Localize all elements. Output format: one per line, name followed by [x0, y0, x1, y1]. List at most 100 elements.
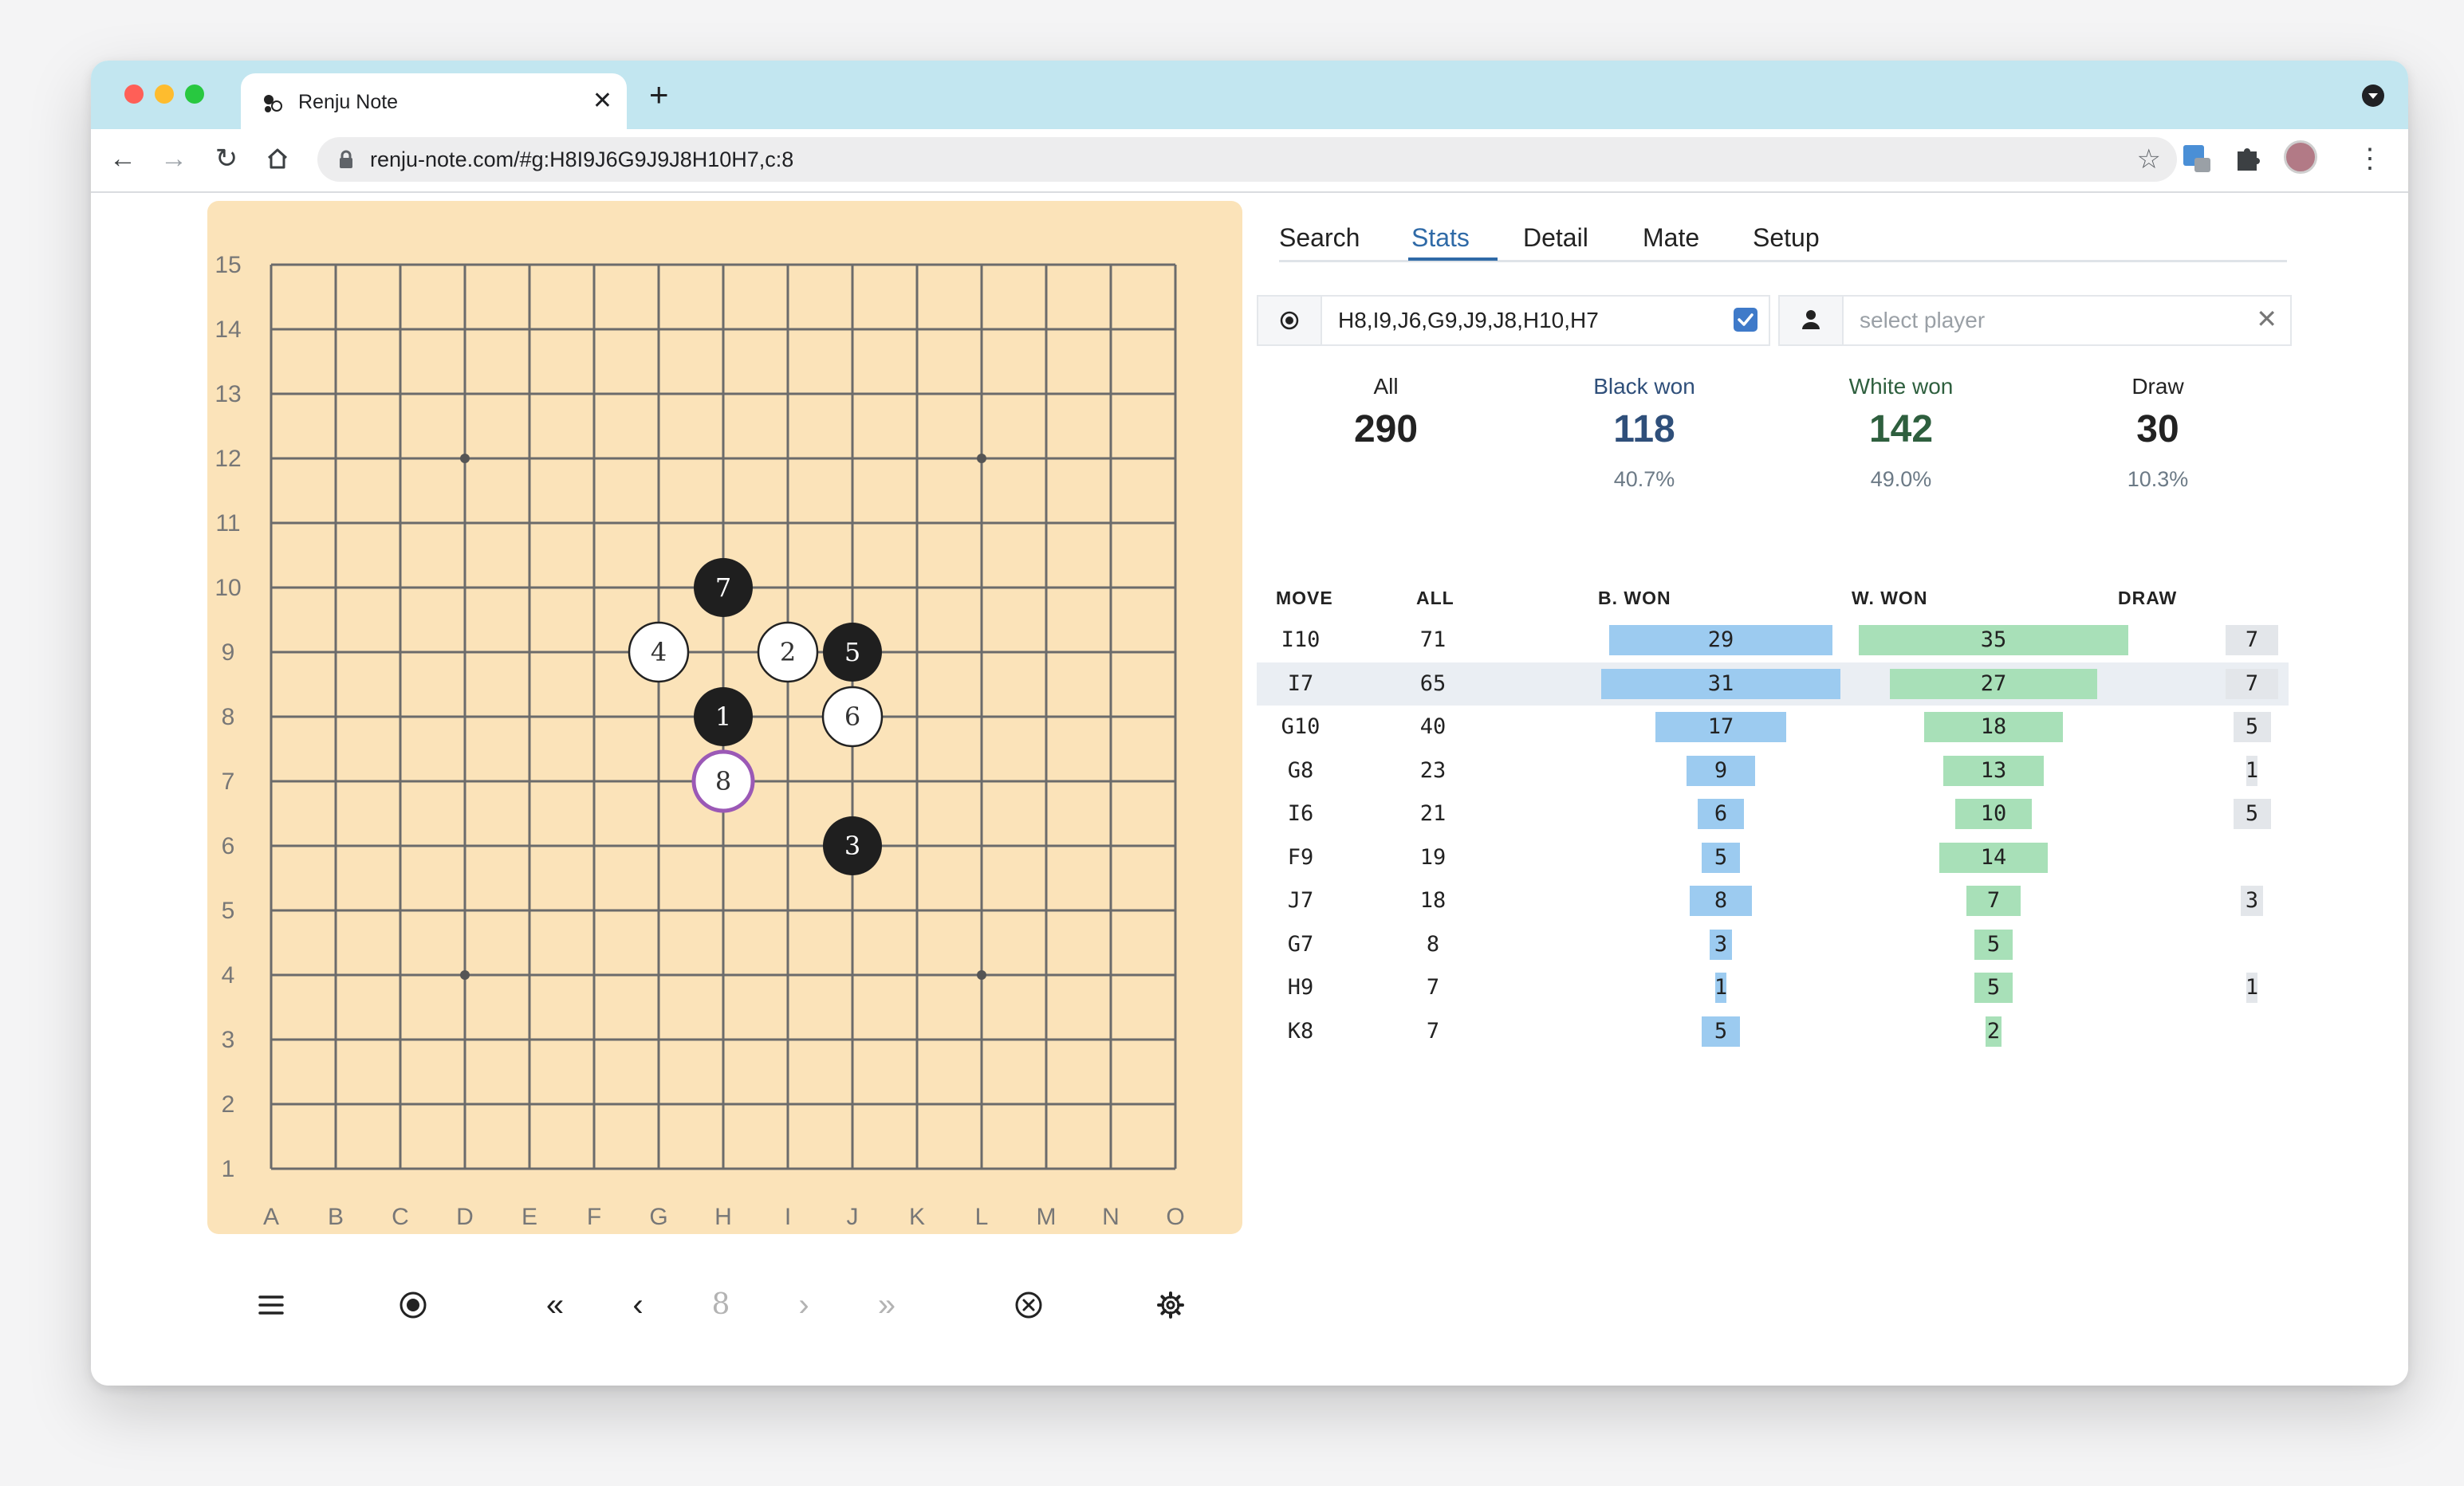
row-coordinate-label: 8: [222, 704, 235, 730]
column-coordinate-label: H: [714, 1204, 732, 1230]
table-row[interactable]: G7 8 3 5: [1257, 923, 2289, 966]
bwon-value: 8: [1714, 888, 1728, 913]
tab-setup[interactable]: Setup: [1753, 222, 1820, 254]
col-header-all: ALL: [1416, 588, 1454, 608]
new-tab-icon[interactable]: +: [649, 77, 669, 113]
translate-extension-icon[interactable]: [2182, 143, 2214, 175]
column-coordinate-label: L: [975, 1204, 989, 1230]
address-bar[interactable]: renju-note.com/#g:H8I9J6G9J9J8H10H7,c:8 …: [317, 137, 2177, 182]
column-coordinate-label: I: [785, 1204, 791, 1230]
bookmark-star-icon[interactable]: ☆: [2137, 143, 2161, 175]
tab-detail[interactable]: Detail: [1523, 222, 1588, 254]
lock-icon: [340, 150, 352, 168]
forward-icon[interactable]: →: [155, 139, 193, 179]
table-row[interactable]: I6 21 6 10 5: [1257, 792, 2289, 835]
circle-x-icon[interactable]: [1005, 1277, 1053, 1333]
wwon-value: 10: [1980, 801, 2007, 826]
tab-mate[interactable]: Mate: [1643, 222, 1699, 254]
player-filter[interactable]: select player ✕: [1778, 295, 2292, 346]
record-small-icon: [1280, 311, 1299, 330]
reload-icon[interactable]: ↻: [207, 139, 246, 179]
gear-icon[interactable]: [1147, 1277, 1195, 1333]
all-cell: 7: [1426, 975, 1440, 1000]
bwon-value: 1: [1714, 975, 1728, 1000]
kebab-menu-icon[interactable]: ⋮: [2351, 139, 2389, 179]
column-coordinate-label: O: [1166, 1204, 1184, 1230]
stone-move-number: 6: [844, 702, 860, 732]
draw-value: 1: [2245, 757, 2259, 783]
table-row[interactable]: K8 7 5 2: [1257, 1010, 2289, 1053]
bwon-value: 6: [1714, 801, 1728, 826]
tab-search-icon[interactable]: [2362, 85, 2384, 107]
chevron-left-icon[interactable]: ‹: [614, 1277, 662, 1333]
record-icon[interactable]: [389, 1277, 437, 1333]
active-tab-indicator: [1408, 257, 1498, 261]
move-cell: G7: [1287, 931, 1314, 957]
person-icon: [1802, 310, 1820, 329]
stone-move-number: 3: [844, 831, 860, 861]
puzzle-extensions-icon[interactable]: [2233, 143, 2265, 175]
column-coordinate-label: N: [1102, 1204, 1120, 1230]
col-header-draw: DRAW: [2118, 588, 2178, 608]
table-row[interactable]: J7 18 8 7 3: [1257, 879, 2289, 922]
draw-value: 7: [2245, 670, 2259, 696]
board-controls: « ‹ 8 › »: [207, 1277, 1242, 1333]
table-row[interactable]: I10 71 29 35 7: [1257, 619, 2289, 662]
row-coordinate-label: 11: [215, 510, 240, 537]
row-coordinate-label: 7: [222, 769, 235, 795]
wwon-value: 5: [1986, 975, 2001, 1000]
browser-toolbar: ← → ↻ renju-note.com/#g:H8I9J6G9J9J8H10H…: [91, 129, 2408, 193]
summary-all: All 290: [1266, 373, 1506, 453]
draw-value: 1: [2245, 975, 2259, 1000]
moves-filter[interactable]: H8,I9,J6,G9,J9,J8,H10,H7: [1257, 295, 1770, 346]
home-icon[interactable]: [258, 139, 297, 179]
clear-player-icon[interactable]: ✕: [2256, 305, 2277, 333]
move-cell: I10: [1281, 627, 1321, 652]
menu-icon[interactable]: [247, 1277, 295, 1333]
col-header-wwon: W. WON: [1852, 588, 1928, 608]
stone-move-number: 1: [715, 702, 731, 732]
wwon-value: 13: [1980, 757, 2007, 783]
browser-tab-active[interactable]: Renju Note ✕: [241, 73, 627, 129]
column-coordinate-label: E: [522, 1204, 537, 1230]
tab-close-icon[interactable]: ✕: [592, 88, 612, 115]
stone-move-number: 2: [780, 637, 796, 667]
table-row[interactable]: I7 65 31 27 7: [1257, 662, 2289, 706]
renju-board[interactable]: 15 14 13 12 11 10 9 8 7 6 5 4 3 2 1 A B C D E F G H I J K L M N O 1 2 3 4…: [207, 201, 1242, 1234]
move-cell: K8: [1287, 1018, 1314, 1044]
minimize-window-button[interactable]: [155, 85, 174, 104]
table-row[interactable]: H9 7 1 5 1: [1257, 966, 2289, 1009]
summary-black-pct: 40.7%: [1613, 467, 1675, 491]
wwon-value: 5: [1986, 931, 2001, 957]
table-row[interactable]: G10 40 17 18 5: [1257, 706, 2289, 749]
tab-stats[interactable]: Stats: [1411, 222, 1470, 254]
back-icon[interactable]: ←: [104, 139, 142, 179]
draw-value: 5: [2245, 714, 2259, 739]
move-cell: J7: [1287, 888, 1314, 913]
zoom-window-button[interactable]: [185, 85, 204, 104]
all-cell: 71: [1419, 627, 1447, 652]
tab-search[interactable]: Search: [1279, 222, 1360, 254]
double-chevron-left-icon[interactable]: «: [531, 1277, 579, 1333]
profile-avatar[interactable]: [2284, 140, 2317, 174]
all-cell: 40: [1419, 714, 1447, 739]
double-chevron-right-icon[interactable]: »: [863, 1277, 911, 1333]
wwon-value: 14: [1980, 844, 2007, 870]
row-coordinate-label: 1: [222, 1156, 235, 1182]
row-coordinate-label: 9: [222, 639, 235, 666]
renju-favicon-icon: [264, 95, 282, 112]
close-window-button[interactable]: [124, 85, 144, 104]
chevron-right-icon[interactable]: ›: [780, 1277, 828, 1333]
summary-black-won: Black won 118 40.7%: [1525, 373, 1764, 493]
col-header-move: MOVE: [1276, 588, 1333, 608]
row-coordinate-label: 15: [215, 252, 241, 278]
move-cell: I6: [1287, 801, 1314, 826]
column-coordinate-label: G: [649, 1204, 667, 1230]
moves-filter-checkbox[interactable]: [1734, 308, 1757, 332]
table-row[interactable]: F9 19 5 14: [1257, 836, 2289, 879]
star-point: [977, 970, 986, 980]
board-canvas[interactable]: 151413121110987654321A B C D E F G H I J K L M N O1234…: [207, 201, 1242, 1234]
column-coordinate-label: A: [263, 1204, 279, 1230]
row-coordinate-label: 5: [222, 898, 235, 924]
table-row[interactable]: G8 23 9 13 1: [1257, 749, 2289, 792]
